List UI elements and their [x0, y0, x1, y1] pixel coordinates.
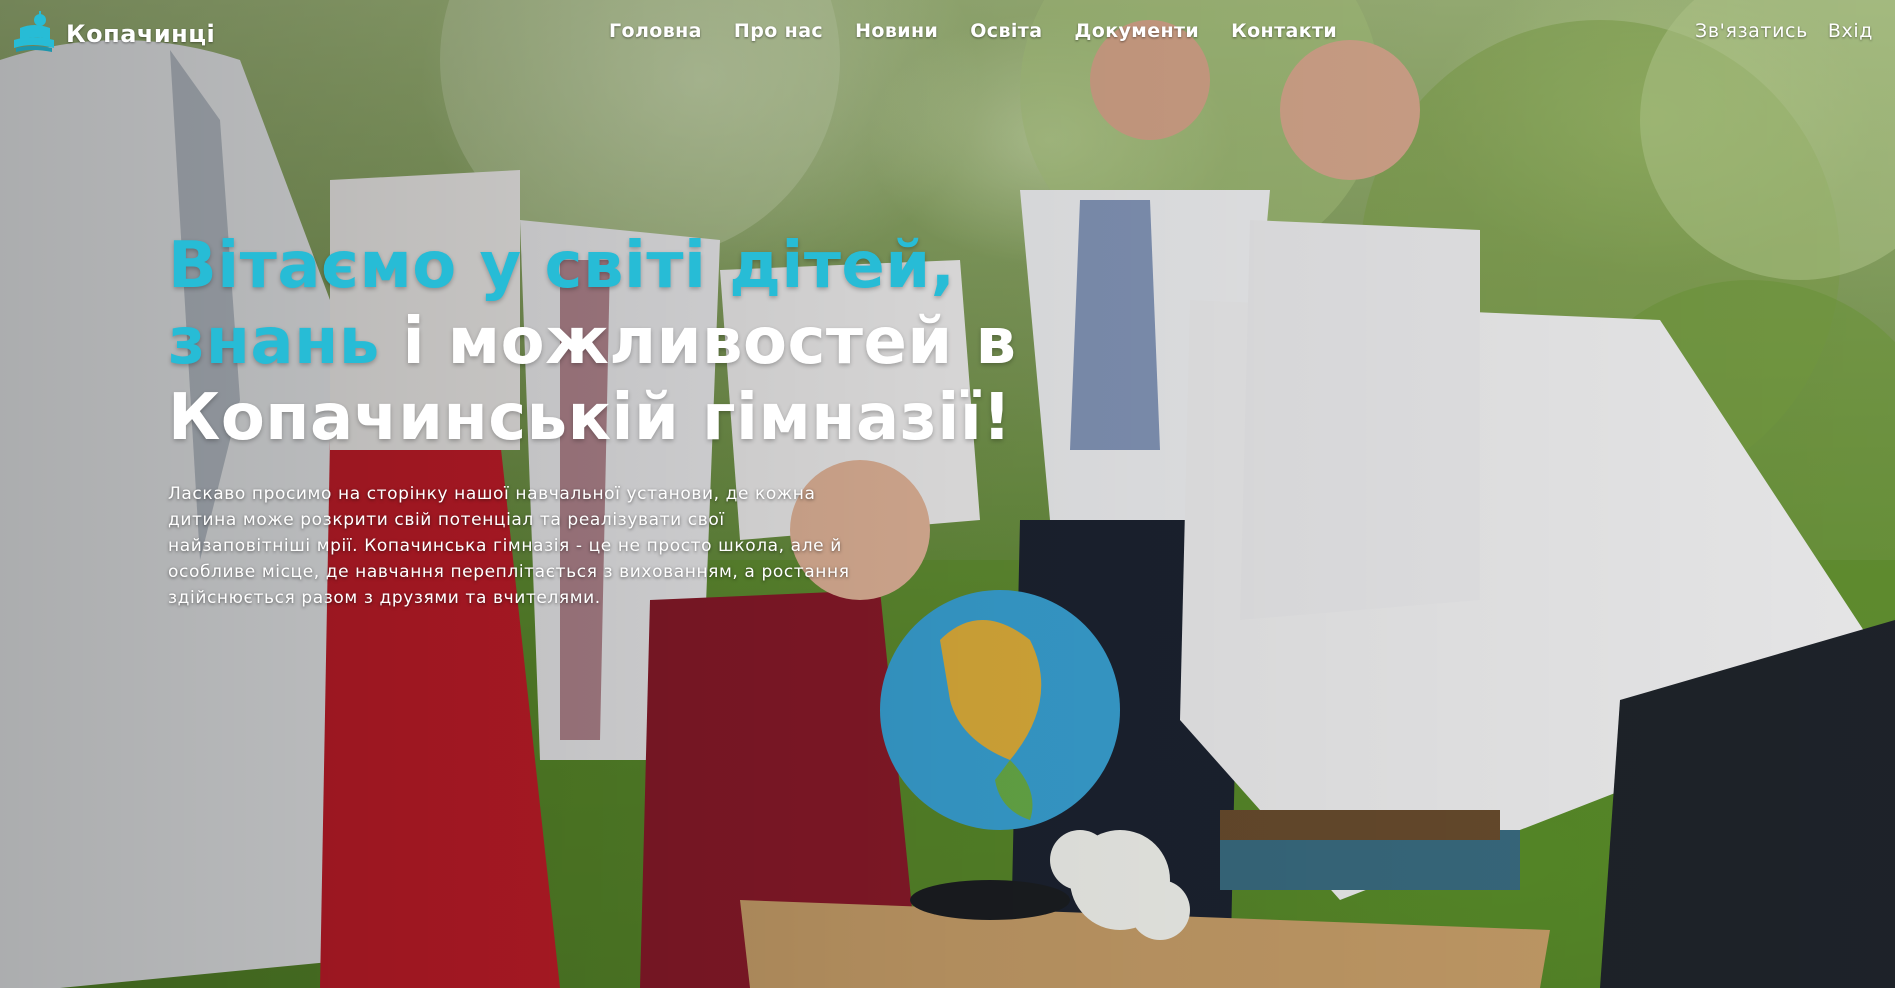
- nav-item-about[interactable]: Про нас: [718, 20, 839, 42]
- nav-item-home[interactable]: Головна: [609, 20, 718, 42]
- hero-title: Вітаємо у світі дітей, знань і можливост…: [168, 228, 1028, 456]
- nav-item-news[interactable]: Новини: [839, 20, 954, 42]
- site-name: Копачинці: [66, 20, 216, 48]
- hero-title-accent-line: Вітаємо у світі дітей,: [168, 229, 956, 303]
- hero-title-accent-word: знань: [168, 305, 380, 379]
- login-link[interactable]: Вхід: [1828, 20, 1873, 42]
- hero-description: Ласкаво просимо на сторінку нашої навчал…: [168, 484, 850, 608]
- hero-section: Копачинці Головна Про нас Новини Освіта …: [0, 0, 1895, 988]
- brand-logo-link[interactable]: Копачинці: [10, 10, 215, 58]
- hero-title-line3: Копачинській гімназії!: [168, 381, 1012, 455]
- header-actions: Зв'язатись Вхід: [1695, 20, 1873, 42]
- contact-link[interactable]: Зв'язатись: [1695, 20, 1808, 42]
- book-globe-icon: [14, 11, 54, 52]
- nav-item-documents[interactable]: Документи: [1058, 20, 1215, 42]
- hero-title-line2: і можливостей в: [379, 305, 1017, 379]
- main-nav: Головна Про нас Новини Освіта Документи …: [609, 20, 1353, 42]
- nav-item-contacts[interactable]: Контакти: [1215, 20, 1353, 42]
- nav-item-education[interactable]: Освіта: [954, 20, 1058, 42]
- site-header: Копачинці Головна Про нас Новини Освіта …: [0, 0, 1895, 70]
